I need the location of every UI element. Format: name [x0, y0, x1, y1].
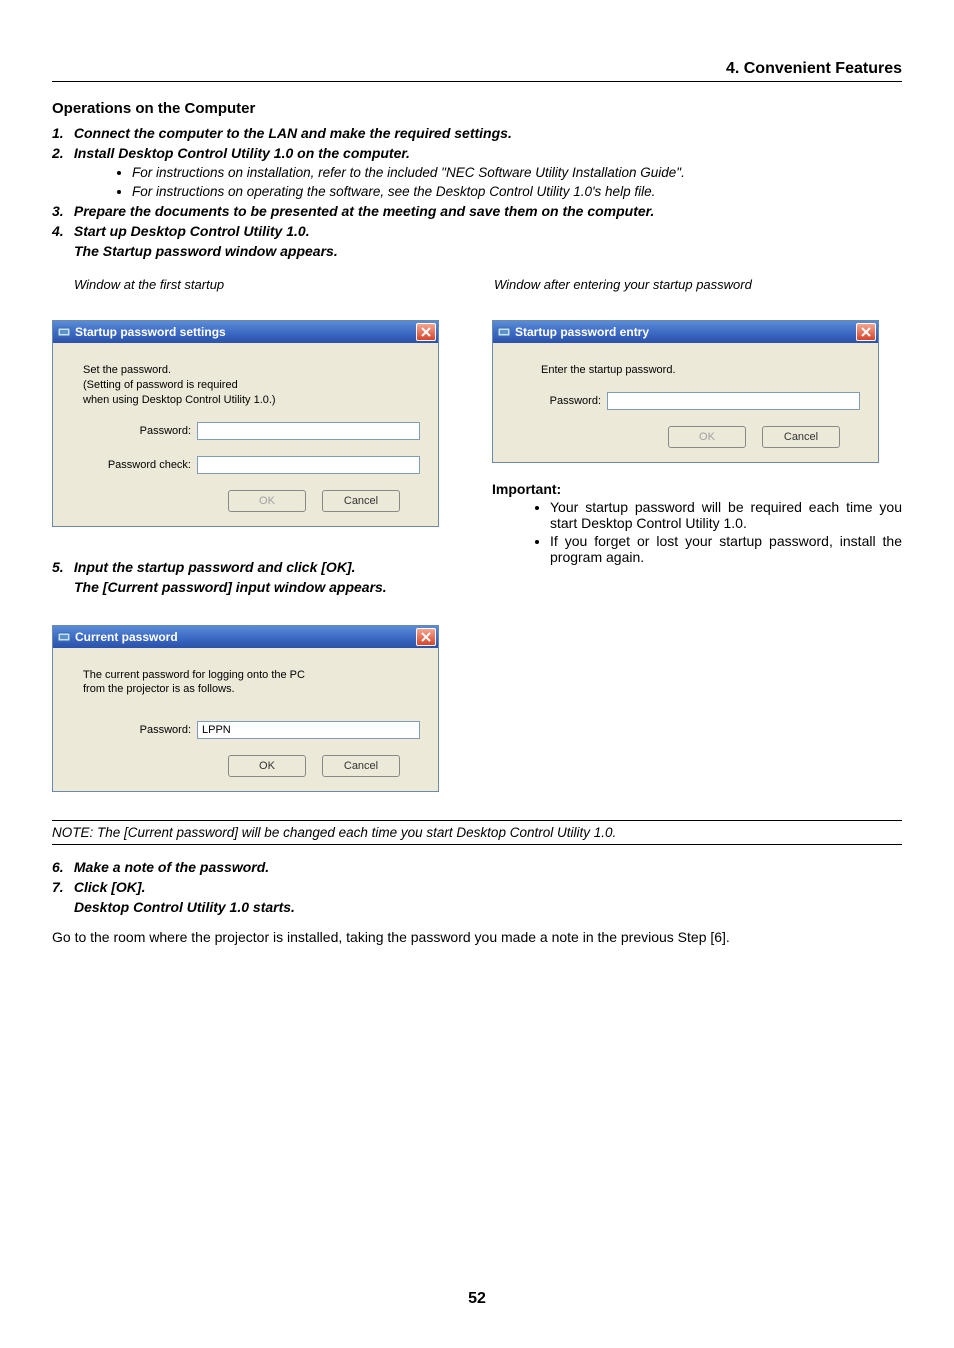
step-1-text: Connect the computer to the LAN and make… [74, 125, 512, 141]
step-6-num: 6. [52, 859, 70, 875]
step-7-note: Desktop Control Utility 1.0 starts. [74, 899, 902, 915]
step-7-num: 7. [52, 879, 70, 895]
dialog2-password-input[interactable] [607, 392, 860, 410]
dialog3-password-label: Password: [71, 724, 197, 736]
dialog3-password-input[interactable] [197, 721, 420, 739]
cancel-button[interactable]: Cancel [762, 426, 840, 448]
step-2: 2. Install Desktop Control Utility 1.0 o… [52, 145, 902, 161]
section-header: 4. Convenient Features [52, 60, 902, 82]
step-6-text: Make a note of the password. [74, 859, 269, 875]
cancel-button[interactable]: Cancel [322, 755, 400, 777]
ok-button[interactable]: OK [228, 490, 306, 512]
note-current-password: NOTE: The [Current password] will be cha… [52, 820, 902, 845]
step-4-text: Start up Desktop Control Utility 1.0. [74, 223, 310, 239]
step-1: 1. Connect the computer to the LAN and m… [52, 125, 902, 141]
step-2-num: 2. [52, 145, 70, 161]
step-2-bullet-1: For instructions on installation, refer … [132, 165, 902, 180]
dialog3-title: Current password [75, 630, 178, 644]
step-5-text: Input the startup password and click [OK… [74, 559, 356, 575]
current-password-dialog: Current password The current password fo… [52, 625, 439, 793]
step-5-note: The [Current password] input window appe… [74, 579, 462, 595]
step-5: 5. Input the startup password and click … [52, 559, 462, 575]
dialog1-title: Startup password settings [75, 325, 226, 339]
step-2-bullets: For instructions on installation, refer … [92, 165, 902, 199]
step-7-text: Click [OK]. [74, 879, 146, 895]
important-list: Your startup password will be required e… [510, 499, 902, 565]
dialog1-passwordcheck-input[interactable] [197, 456, 420, 474]
dialog2-message: Enter the startup password. [541, 363, 860, 378]
caption-after-entry: Window after entering your startup passw… [494, 277, 902, 292]
app-icon [57, 325, 71, 339]
dialog1-password-input[interactable] [197, 422, 420, 440]
startup-password-entry-dialog: Startup password entry Enter the startup… [492, 320, 879, 463]
dialog1-msg-line1: Set the password. [83, 363, 420, 378]
dialog1-msg-line3: when using Desktop Control Utility 1.0.) [83, 393, 420, 408]
startup-password-settings-dialog: Startup password settings Set the passwo… [52, 320, 439, 527]
closing-paragraph: Go to the room where the projector is in… [52, 929, 902, 945]
dialog3-msg-line2: from the projector is as follows. [83, 682, 420, 697]
close-icon[interactable] [416, 628, 436, 646]
dialog1-password-label: Password: [71, 425, 197, 437]
important-heading: Important: [492, 481, 902, 497]
close-icon[interactable] [416, 323, 436, 341]
ok-button[interactable]: OK [228, 755, 306, 777]
dialog3-message: The current password for logging onto th… [83, 668, 420, 698]
dialog2-password-label: Password: [531, 395, 607, 407]
app-icon [497, 325, 511, 339]
important-item-2: If you forget or lost your startup passw… [550, 533, 902, 565]
step-3-num: 3. [52, 203, 70, 219]
step-4-note: The Startup password window appears. [74, 243, 902, 259]
dialog1-message: Set the password. (Setting of password i… [83, 363, 420, 408]
step-7: 7. Click [OK]. [52, 879, 902, 895]
step-2-text: Install Desktop Control Utility 1.0 on t… [74, 145, 410, 161]
dialog1-titlebar[interactable]: Startup password settings [53, 321, 438, 343]
page-number: 52 [0, 1290, 954, 1308]
dialog2-titlebar[interactable]: Startup password entry [493, 321, 878, 343]
step-1-num: 1. [52, 125, 70, 141]
step-4: 4. Start up Desktop Control Utility 1.0. [52, 223, 902, 239]
dialog3-titlebar[interactable]: Current password [53, 626, 438, 648]
dialog1-msg-line2: (Setting of password is required [83, 378, 420, 393]
dialog2-title: Startup password entry [515, 325, 649, 339]
step-5-num: 5. [52, 559, 70, 575]
important-item-1: Your startup password will be required e… [550, 499, 902, 531]
ok-button[interactable]: OK [668, 426, 746, 448]
dialog1-passwordcheck-label: Password check: [71, 459, 197, 471]
ops-heading: Operations on the Computer [52, 100, 902, 117]
step-6: 6. Make a note of the password. [52, 859, 902, 875]
caption-first-startup: Window at the first startup [74, 277, 462, 292]
step-4-num: 4. [52, 223, 70, 239]
cancel-button[interactable]: Cancel [322, 490, 400, 512]
step-3: 3. Prepare the documents to be presented… [52, 203, 902, 219]
close-icon[interactable] [856, 323, 876, 341]
app-icon [57, 630, 71, 644]
dialog3-msg-line1: The current password for logging onto th… [83, 668, 420, 683]
step-3-text: Prepare the documents to be presented at… [74, 203, 654, 219]
step-2-bullet-2: For instructions on operating the softwa… [132, 184, 902, 199]
